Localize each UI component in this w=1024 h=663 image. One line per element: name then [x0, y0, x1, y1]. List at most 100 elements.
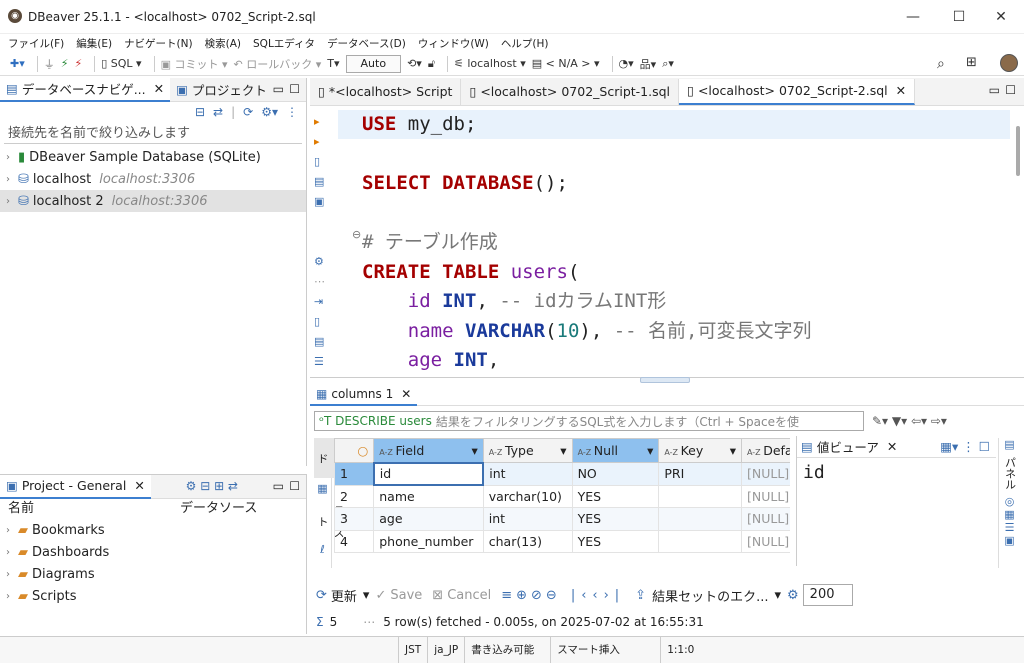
- export-icon[interactable]: ⇪: [635, 588, 646, 603]
- table-row[interactable]: 2 name varchar(10) YES [NULL]: [334, 484, 790, 508]
- panel-toggle-icon[interactable]: ▤: [999, 438, 1020, 451]
- minimize-view-icon[interactable]: ▭: [273, 82, 284, 96]
- commit-button[interactable]: ▣ コミット ▾: [161, 56, 228, 72]
- results-tab-columns[interactable]: ▦ columns 1 ✕: [310, 383, 418, 406]
- new-connection-icon[interactable]: ✚▾: [10, 57, 25, 70]
- table-row[interactable]: 3 age int YES [NULL]: [334, 507, 790, 531]
- column-header-default[interactable]: A-Z Defa: [740, 438, 790, 463]
- editor-tab-script-1[interactable]: ▯ <localhost> 0702_Script-1.sql: [461, 78, 680, 105]
- dbeaver-perspective-icon[interactable]: [1000, 54, 1018, 72]
- save-icon[interactable]: ✓: [375, 588, 386, 603]
- collapse-icon[interactable]: ⊟: [195, 105, 205, 119]
- row-number-header[interactable]: ○: [334, 438, 375, 463]
- project-item-diagrams[interactable]: › ▰ Diagrams: [0, 563, 306, 585]
- explain-icon[interactable]: ▯: [314, 152, 330, 172]
- refresh-icon[interactable]: ⟳: [243, 105, 253, 119]
- fetch-size-input[interactable]: 200: [802, 584, 853, 606]
- project-item-dashboards[interactable]: › ▰ Dashboards: [0, 541, 306, 563]
- close-tab-icon[interactable]: ✕: [896, 83, 906, 98]
- refresh-icon[interactable]: ⟳: [316, 588, 327, 603]
- execute-script-icon[interactable]: ▸: [314, 132, 330, 152]
- export-button[interactable]: 結果セットのエク...: [652, 586, 768, 605]
- project-item-bookmarks[interactable]: › ▰ Bookmarks: [0, 519, 306, 541]
- column-header-key[interactable]: A-Z Key ▾: [658, 438, 742, 463]
- link-editor-icon[interactable]: ⇄: [213, 105, 223, 119]
- editor-scrollbar[interactable]: [1016, 126, 1020, 176]
- col-name-header[interactable]: 名前: [8, 499, 180, 519]
- sql-editor-button[interactable]: ▯ SQL ▾: [101, 57, 141, 70]
- project-item-scripts[interactable]: › ▰ Scripts: [0, 585, 306, 607]
- fetch-settings-icon[interactable]: ⚙: [787, 588, 799, 603]
- plug-icon[interactable]: ⏚: [44, 56, 55, 72]
- file-icon[interactable]: ▯: [314, 312, 330, 332]
- close-button[interactable]: ✕: [978, 0, 1024, 34]
- result-filter-box[interactable]: ᵒT DESCRIBE users 結果をフィルタリングするSQL式を入力します…: [314, 411, 864, 431]
- filter-toolbar[interactable]: ✎▾ ▼▾ ⇦▾ ⇨▾: [872, 414, 947, 428]
- menu-search[interactable]: 検索(A): [205, 36, 241, 51]
- value-text[interactable]: id: [797, 458, 996, 487]
- rollback-button[interactable]: ↶ ロールバック ▾: [234, 56, 322, 72]
- editor-tab-script[interactable]: ▯ *<localhost> Script: [310, 78, 462, 105]
- refresh-button[interactable]: 更新: [331, 586, 357, 605]
- minimize-view-icon[interactable]: ▭: [989, 83, 1000, 97]
- image-icon[interactable]: ▦: [999, 508, 1020, 521]
- panel-splitter[interactable]: [640, 377, 690, 383]
- settings-icon[interactable]: ⚙: [314, 252, 330, 272]
- load-plan-icon[interactable]: ▤: [314, 172, 330, 192]
- menu-file[interactable]: ファイル(F): [8, 36, 64, 51]
- maximize-button[interactable]: ☐: [936, 0, 982, 34]
- menu-database[interactable]: データベース(D): [327, 36, 406, 51]
- transaction-icon[interactable]: T▾: [327, 57, 339, 70]
- close-tab-icon[interactable]: ✕: [887, 439, 897, 454]
- menu-navigate[interactable]: ナビゲート(N): [124, 36, 193, 51]
- filter-input[interactable]: 結果をフィルタリングするSQL式を入力します（Ctrl + Spaceを使: [436, 413, 799, 430]
- tab-project[interactable]: ▣ プロジェクト: [170, 78, 273, 102]
- column-header-null[interactable]: A-Z Null ▾: [571, 438, 660, 463]
- transaction-mode[interactable]: Auto: [345, 54, 402, 73]
- perspective-icon[interactable]: ⊞: [966, 55, 977, 70]
- table-row[interactable]: 1 id int NO PRI [NULL]: [334, 461, 790, 486]
- grid-icon[interactable]: ▣: [999, 534, 1020, 547]
- datasource-selector[interactable]: ⚟ localhost ▾: [454, 57, 526, 70]
- close-tab-icon[interactable]: ✕: [154, 81, 164, 96]
- maximize-view-icon[interactable]: ☐: [289, 82, 300, 96]
- format-icon[interactable]: ☰: [314, 352, 330, 372]
- execute-icon[interactable]: ▸: [314, 112, 330, 132]
- menu-sql-editor[interactable]: SQLエディタ: [253, 36, 315, 51]
- export-icon[interactable]: ⇥: [314, 292, 330, 312]
- filter-settings-icon[interactable]: ⚙▾: [261, 105, 278, 119]
- schema-selector[interactable]: ▤ < N/A > ▾: [532, 57, 600, 70]
- circle-icon[interactable]: ◎: [999, 495, 1020, 508]
- tree-item-localhost[interactable]: › ⛁ localhost localhost:3306: [0, 168, 306, 190]
- dashboard-icon[interactable]: ◔▾: [619, 57, 634, 70]
- expand-icon[interactable]: ›: [6, 152, 18, 163]
- col-datasource-header[interactable]: データソース: [180, 499, 257, 519]
- menu-edit[interactable]: 編集(E): [76, 36, 112, 51]
- table-row[interactable]: 4 phone_number char(13) YES [NULL]: [334, 529, 790, 553]
- row-edit-icons[interactable]: ≡⊕⊘⊖: [501, 588, 561, 603]
- erd-icon[interactable]: 品▾: [640, 56, 657, 72]
- panels-button[interactable]: パネル: [1002, 453, 1018, 493]
- lock-icon[interactable]: 🔓︎: [428, 57, 435, 71]
- viewer-menu-icon[interactable]: ▦▾ ⋮ ☐: [940, 439, 990, 454]
- chart-icon[interactable]: ℓ: [314, 543, 331, 556]
- save-button[interactable]: Save: [390, 588, 422, 603]
- menu-window[interactable]: ウィンドウ(W): [418, 36, 489, 51]
- column-header-type[interactable]: A-Z Type ▾: [482, 438, 573, 463]
- editor-tab-script-2[interactable]: ▯ <localhost> 0702_Script-2.sql ✕: [679, 78, 916, 105]
- search-icon[interactable]: ⌕: [937, 56, 945, 72]
- minimize-button[interactable]: —: [890, 0, 936, 34]
- view-menu-icon[interactable]: ⋮: [286, 105, 298, 119]
- minimize-view-icon[interactable]: ▭: [273, 479, 284, 493]
- cancel-button[interactable]: Cancel: [447, 588, 491, 603]
- outline-icon[interactable]: ▤: [314, 332, 330, 352]
- disconnect-icon[interactable]: ⚡: [74, 57, 82, 70]
- maximize-view-icon[interactable]: ☐: [289, 479, 300, 493]
- terminal-icon[interactable]: ▣: [314, 192, 330, 212]
- list-icon[interactable]: ☰: [999, 521, 1020, 534]
- close-tab-icon[interactable]: ✕: [134, 478, 144, 493]
- tab-database-navigator[interactable]: ▤ データベースナビゲ... ✕: [0, 77, 171, 102]
- expand-icon[interactable]: ›: [6, 196, 18, 207]
- expand-icon[interactable]: ›: [6, 174, 18, 185]
- maximize-view-icon[interactable]: ☐: [1005, 83, 1016, 97]
